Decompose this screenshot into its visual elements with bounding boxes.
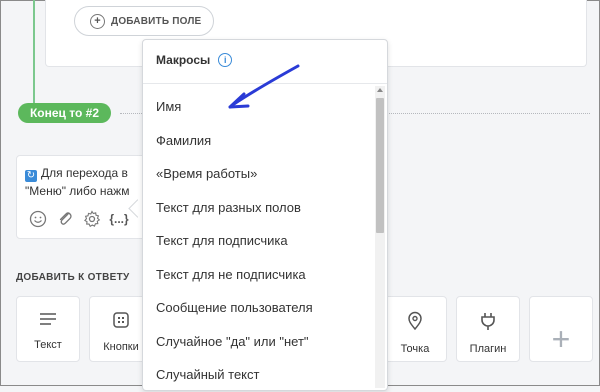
buttons-icon [113,312,129,328]
add-to-answer-title: ДОБАВИТЬ К ОТВЕТУ [16,272,130,283]
scrollbar-thumb[interactable] [376,98,384,233]
macro-item-working-hours[interactable]: «Время работы» [143,157,373,191]
message-line-2: "Меню" либо нажм [25,184,130,198]
message-text[interactable]: ↻ Для перехода в "Меню" либо нажм [25,164,150,200]
end-badge[interactable]: Конец то #2 [18,103,111,123]
macro-item-subscriber-text[interactable]: Текст для подписчика [143,224,373,258]
text-lines-icon [40,313,56,325]
tile-text-label: Текст [34,339,62,351]
macro-item-last-name[interactable]: Фамилия [143,124,373,158]
refresh-icon: ↻ [25,170,37,182]
gear-icon[interactable] [81,208,103,230]
macro-item-user-message[interactable]: Сообщение пользователя [143,291,373,325]
tile-plugin[interactable]: Плагин [456,296,520,362]
macros-list: Имя Фамилия «Время работы» Текст для раз… [143,90,373,392]
message-line-1: Для перехода в [41,166,128,180]
message-toolbar: {...} [27,208,130,230]
add-field-label: ДОБАВИТЬ ПОЛЕ [111,15,202,27]
macro-item-random-text[interactable]: Случайный текст [143,358,373,392]
flow-connector [33,0,35,104]
attachment-icon[interactable] [54,208,76,230]
macros-title: Макросы [156,53,211,67]
message-card[interactable]: ↻ Для перехода в "Меню" либо нажм {...} [16,155,148,239]
scroll-up-arrow-icon[interactable] [377,88,383,92]
tile-add[interactable]: + [529,296,593,362]
location-pin-icon [408,311,422,331]
plus-circle-icon: + [90,13,105,29]
tile-location-label: Точка [400,343,430,355]
plus-icon: + [551,321,571,357]
tile-plugin-label: Плагин [469,343,507,355]
tile-text[interactable]: Текст [16,296,80,362]
tile-buttons-label: Кнопки [103,341,139,353]
variables-icon[interactable]: {...} [108,208,130,230]
plug-icon [481,313,495,330]
tile-location[interactable]: Точка [383,296,447,362]
macro-item-gender-text[interactable]: Текст для разных полов [143,191,373,225]
annotation-arrow-icon [228,64,300,109]
emoji-icon[interactable] [27,208,49,230]
macro-item-random-yes-no[interactable]: Случайное "да" или "нет" [143,325,373,359]
add-field-button[interactable]: + ДОБАВИТЬ ПОЛЕ [74,6,214,36]
macro-item-non-subscriber-text[interactable]: Текст для не подписчика [143,258,373,292]
